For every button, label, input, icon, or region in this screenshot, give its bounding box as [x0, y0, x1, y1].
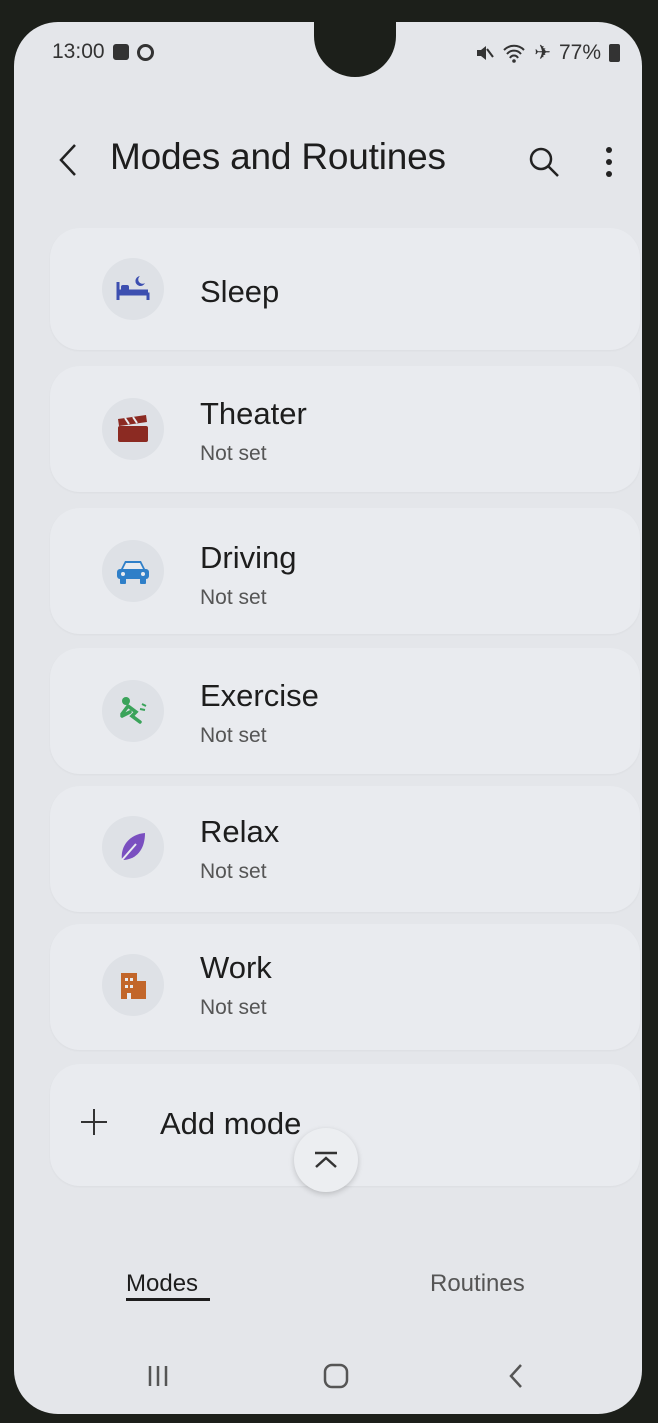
search-button[interactable]: [518, 136, 570, 188]
status-bar-left: 13:00: [52, 40, 154, 64]
battery-icon: [609, 43, 620, 62]
home-icon: [323, 1363, 349, 1389]
mode-status: Not set: [200, 586, 267, 609]
tab-routines[interactable]: Routines: [430, 1270, 525, 1298]
sync-icon: [136, 43, 154, 61]
back-button[interactable]: [50, 134, 86, 186]
plus-icon: [70, 1094, 118, 1150]
mode-name: Work: [200, 950, 272, 985]
mode-card-driving[interactable]: Driving Not set: [50, 508, 640, 634]
mute-icon: [477, 45, 495, 60]
tab-modes[interactable]: Modes: [126, 1270, 198, 1298]
chevron-left-icon: [59, 144, 76, 176]
recents-icon: [148, 1366, 168, 1386]
airplane-icon: ✈: [534, 42, 551, 64]
nav-home-button[interactable]: [312, 1352, 360, 1400]
running-person-icon: [102, 680, 164, 742]
tab-selected-indicator: [126, 1298, 210, 1301]
mode-name: Sleep: [200, 274, 280, 309]
mode-card-theater[interactable]: Theater Not set: [50, 366, 640, 492]
nav-recents-button[interactable]: [134, 1352, 182, 1400]
mode-name: Exercise: [200, 678, 319, 713]
building-icon: [102, 954, 164, 1016]
add-mode-label: Add mode: [160, 1106, 302, 1141]
mode-status: Not set: [200, 996, 267, 1019]
nav-back-button[interactable]: [492, 1352, 540, 1400]
camera-notch: [314, 22, 396, 77]
mode-card-sleep[interactable]: Sleep: [50, 228, 640, 350]
phone-screen: 13:00 ✈ 77% Modes and Routines Sleep The…: [14, 22, 642, 1414]
mode-status: Not set: [200, 442, 267, 465]
mode-name: Theater: [200, 396, 307, 431]
battery-percent: 77%: [558, 40, 601, 64]
mode-name: Driving: [200, 540, 297, 575]
bed-icon: [102, 258, 164, 320]
scroll-to-top-button[interactable]: [294, 1128, 358, 1192]
leaf-icon: [102, 816, 164, 878]
status-bar-right: ✈ 77%: [474, 40, 620, 65]
notification-icon: [112, 44, 129, 60]
page-title: Modes and Routines: [110, 136, 446, 177]
back-icon: [509, 1364, 522, 1388]
more-vertical-icon: [606, 147, 612, 177]
clapperboard-icon: [102, 398, 164, 460]
mode-card-work[interactable]: Work Not set: [50, 924, 640, 1050]
scroll-up-icon: [315, 1151, 337, 1168]
search-icon: [529, 147, 559, 177]
mode-name: Relax: [200, 814, 280, 849]
mode-card-relax[interactable]: Relax Not set: [50, 786, 640, 912]
mode-status: Not set: [200, 860, 267, 883]
more-options-button[interactable]: [594, 136, 624, 188]
status-time: 13:00: [52, 40, 105, 63]
car-icon: [102, 540, 164, 602]
mode-status: Not set: [200, 724, 267, 747]
wifi-icon: [503, 44, 525, 63]
mode-card-exercise[interactable]: Exercise Not set: [50, 648, 640, 774]
